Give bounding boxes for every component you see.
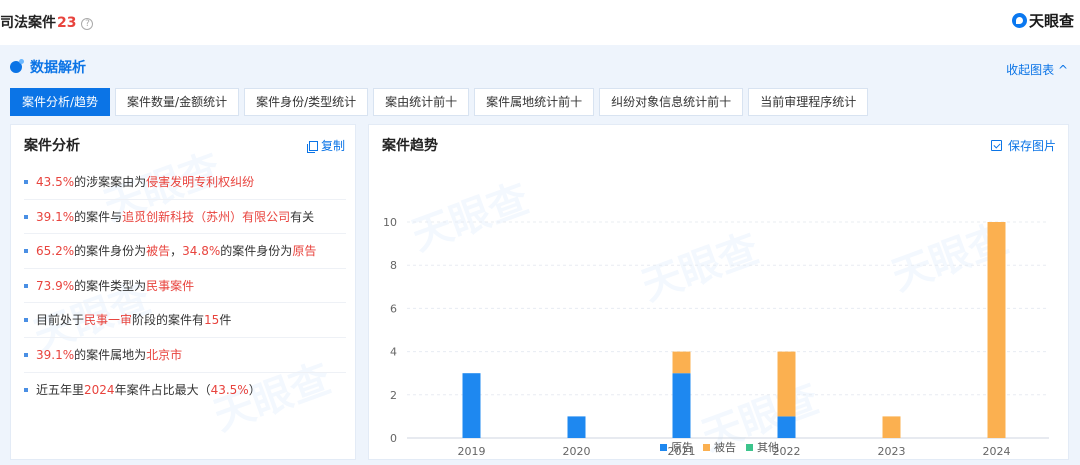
bar-2022-原告[interactable]	[777, 416, 796, 438]
y-tick-label: 8	[390, 259, 397, 272]
legend-item[interactable]: 原告	[660, 439, 693, 455]
analysis-text: 的案件类型为	[74, 278, 147, 293]
highlight-text: 原告	[292, 244, 317, 259]
legend-label: 原告	[671, 441, 693, 454]
analysis-text: 的案件与	[74, 209, 123, 224]
tab-3[interactable]: 案件身份/类型统计	[244, 88, 369, 116]
legend-swatch	[746, 443, 753, 451]
tab-bar: 案件分析/趋势 案件数量/金额统计 案件身份/类型统计 案由统计前十 案件属地统计前十纠…	[10, 88, 873, 116]
bar-2024-被告[interactable]	[987, 222, 1006, 438]
top-bar: 司法案件23? 天眼查	[0, 0, 1080, 44]
highlight-text: 73.9%	[36, 278, 75, 293]
highlight-text: 民事案件	[146, 278, 195, 293]
bar-2022-被告[interactable]	[777, 351, 796, 417]
highlight-text: 北京市	[146, 347, 183, 362]
analysis-item: 39.1%的案件与追觅创新科技（苏州）有限公司有关	[24, 200, 346, 235]
tab-6[interactable]: 纠纷对象信息统计前十	[599, 88, 744, 116]
analysis-item: 目前处于民事一审阶段的案件有15件	[24, 303, 346, 338]
brand-logo[interactable]: 天眼查	[1011, 10, 1074, 31]
highlight-text: 民事一审	[84, 313, 133, 328]
legend-item[interactable]: 被告	[703, 439, 736, 455]
help-icon[interactable]: ?	[81, 18, 94, 30]
analysis-list: 43.5%的涉案案由为侵害发明专利权纠纷 39.1%的案件与追觅创新科技（苏州）有…	[24, 165, 346, 407]
highlight-text: 2024	[84, 382, 115, 397]
brand-name: 天眼查	[1028, 12, 1074, 30]
case-analysis-card: 天眼查 天眼查 天眼查 案件分析 复制 43.5%的涉案案由为侵害发明专利权纠纷…	[10, 124, 356, 460]
legend-label: 被告	[714, 441, 736, 454]
case-trend-card: 天眼查 天眼查 天眼查 天眼查 案件趋势 保存图片 0 2 4 6 8 10 2019 202…	[368, 124, 1069, 460]
panel-title: 数据解析	[30, 60, 86, 76]
section-title-text: 司法案件	[0, 15, 56, 31]
chart-legend: 原告 被告 其他	[369, 439, 1070, 455]
tab-4[interactable]: 案由统计前十	[373, 88, 470, 116]
analysis-text: 的案件身份为	[74, 244, 147, 259]
collapse-chart-button[interactable]: 收起图表 ^	[1006, 61, 1068, 78]
copy-icon	[306, 140, 318, 153]
highlight-text: 39.1%	[36, 209, 75, 224]
tab-7[interactable]: 当前审理程序统计	[748, 88, 869, 116]
highlight-text: 43.5%	[36, 175, 75, 189]
analysis-text: 年案件占比最大（	[114, 382, 211, 397]
panel-header: 数据解析	[10, 57, 86, 77]
case-analysis-title: 案件分析	[24, 138, 80, 154]
highlight-text: 追觅创新科技（苏州）有限公司	[122, 209, 291, 224]
tab-5[interactable]: 案件属地统计前十	[474, 88, 595, 116]
highlight-text: 15	[204, 313, 220, 328]
analysis-text: 的案件属地为	[74, 347, 147, 362]
legend-label: 其他	[757, 441, 779, 454]
copy-button[interactable]: 复制	[306, 137, 345, 154]
brand-logo-icon	[1011, 13, 1027, 28]
analysis-text: 的案件身份为	[220, 244, 293, 259]
analysis-text: 阶段的案件有	[132, 313, 205, 328]
highlight-text: 43.5%	[210, 382, 249, 397]
highlight-text: 34.8%	[182, 244, 221, 259]
analysis-item: 近五年里2024年案件占比最大（43.5%）	[24, 373, 346, 408]
highlight-text: 侵害发明专利权纠纷	[146, 175, 255, 189]
analysis-text: ，	[170, 244, 183, 259]
analysis-item: 73.9%的案件类型为民事案件	[24, 269, 346, 304]
case-count: 23	[57, 15, 77, 31]
analysis-text: 件	[219, 313, 232, 328]
highlight-text: 65.2%	[36, 244, 75, 259]
bar-2021-被告[interactable]	[672, 351, 691, 374]
analysis-text: 有关	[290, 209, 315, 224]
y-tick-label: 4	[390, 346, 397, 359]
tab-1[interactable]: 案件分析/趋势	[10, 88, 111, 116]
analysis-item: 43.5%的涉案案由为侵害发明专利权纠纷	[24, 165, 346, 200]
analysis-text: ）	[248, 382, 261, 397]
y-tick-label: 2	[390, 389, 397, 402]
bar-2021-原告[interactable]	[672, 373, 691, 438]
analysis-item: 39.1%的案件属地为北京市	[24, 338, 346, 373]
analysis-icon	[10, 59, 24, 73]
analysis-text: 近五年里	[36, 382, 85, 397]
section-title: 司法案件23?	[0, 12, 94, 32]
legend-swatch	[703, 443, 710, 451]
data-analysis-panel: 数据解析 收起图表 ^ 案件分析/趋势 案件数量/金额统计 案件身份/类型统计 案由统…	[0, 45, 1080, 465]
case-trend-chart: 02468102019 2020 2021 2022 2023 2024	[383, 216, 1049, 458]
analysis-item: 65.2%的案件身份为被告，34.8%的案件身份为原告	[24, 234, 346, 269]
analysis-text: 目前处于	[36, 313, 85, 328]
bar-2019-原告[interactable]	[462, 373, 481, 438]
legend-item[interactable]: 其他	[746, 439, 779, 455]
highlight-text: 39.1%	[36, 347, 75, 362]
y-tick-label: 6	[390, 302, 397, 315]
analysis-text: 的涉案案由为	[74, 175, 147, 189]
legend-swatch	[660, 443, 667, 451]
bar-2020-原告[interactable]	[567, 416, 586, 438]
tab-2[interactable]: 案件数量/金额统计	[115, 88, 240, 116]
bar-2023-被告[interactable]	[882, 416, 901, 438]
y-tick-label: 10	[383, 216, 397, 229]
copy-label: 复制	[320, 139, 345, 153]
highlight-text: 被告	[146, 244, 171, 259]
